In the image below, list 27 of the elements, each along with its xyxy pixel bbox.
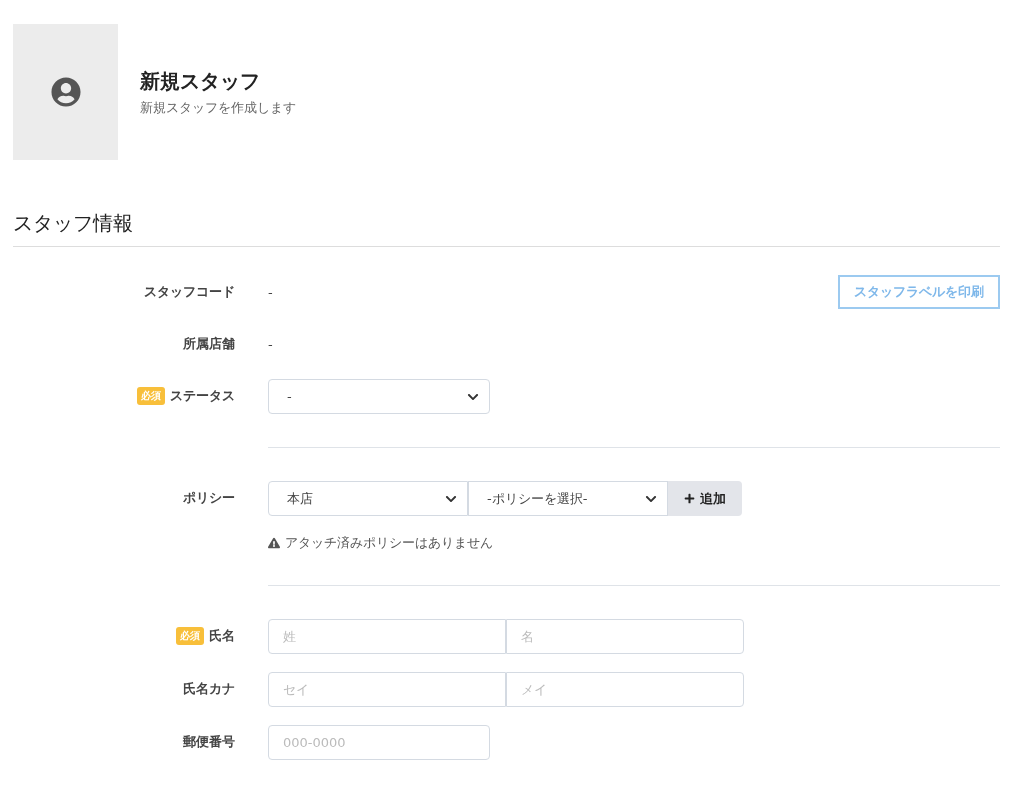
text-input[interactable]: 名 [506,619,744,654]
policy-select[interactable]: -ポリシーを選択- [468,481,668,516]
notice-text: アタッチ済みポリシーはありません [285,534,493,552]
postal-code-input[interactable]: 000-0000 [268,725,490,760]
field-label: 郵便番号 [183,733,235,751]
page-title: 新規スタッフ [140,67,261,95]
text-input[interactable]: メイ [506,672,744,707]
section-title: スタッフ情報 [13,210,1000,247]
field-label: 所属店舗 [183,335,235,353]
required-badge: 必須 [176,627,204,645]
add-button[interactable]: 追加 [668,481,742,516]
field-label: ポリシー [183,489,235,507]
text-input[interactable]: 姓 [268,619,506,654]
field-value: - [268,284,273,300]
field-label: スタッフコード [144,283,235,301]
warning-icon [268,537,280,549]
required-badge: 必須 [137,387,165,405]
field-label: 氏名 [209,627,235,645]
status-select[interactable]: - [268,379,490,414]
plus-icon [684,493,695,504]
page-subtitle: 新規スタッフを作成します [140,98,296,117]
text-input[interactable]: セイ [268,672,506,707]
user-icon [50,77,81,107]
field-label: 氏名カナ [183,680,235,698]
store-select[interactable]: 本店 [268,481,468,516]
field-value: - [268,336,273,352]
field-label: ステータス [170,387,235,405]
